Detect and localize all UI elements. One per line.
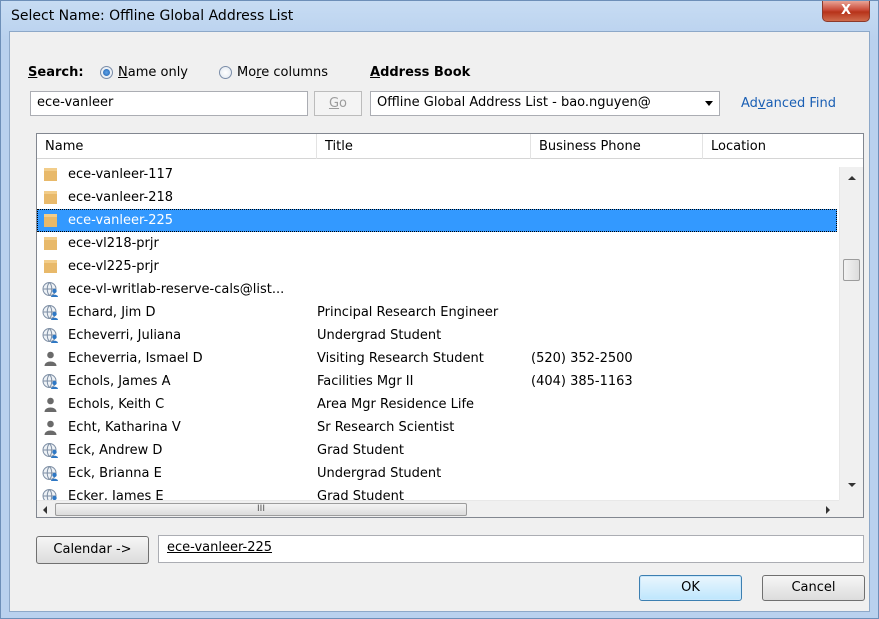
- vertical-scroll-thumb[interactable]: [843, 259, 860, 281]
- scroll-up-icon[interactable]: [848, 176, 856, 180]
- address-book-dropdown[interactable]: Offline Global Address List - bao.nguyen…: [370, 91, 720, 116]
- list-item[interactable]: Echols, James A Facilities Mgr II (404) 38…: [37, 370, 837, 393]
- close-button[interactable]: X: [822, 1, 870, 22]
- list-item-title: Visiting Research Student: [317, 351, 484, 366]
- list-item[interactable]: ece-vl218-prjr: [37, 232, 837, 255]
- list-item-phone: (404) 385-1163: [531, 374, 633, 389]
- list-item-name: Ecker, James E: [68, 489, 164, 500]
- list-item[interactable]: Echols, Keith C Area Mgr Residence Life: [37, 393, 837, 416]
- scroll-down-icon[interactable]: [848, 483, 856, 487]
- list-item-name: Echols, Keith C: [68, 397, 165, 412]
- scroll-right-icon[interactable]: [826, 506, 830, 514]
- list-item[interactable]: Eck, Brianna E Undergrad Student: [37, 462, 837, 485]
- column-header-business-phone[interactable]: Business Phone: [531, 134, 703, 159]
- search-label: Search:: [28, 65, 84, 80]
- person-icon: [42, 396, 59, 413]
- folder-icon: [42, 189, 59, 206]
- cancel-button[interactable]: Cancel: [762, 575, 865, 601]
- list-item[interactable]: ece-vl225-prjr: [37, 255, 837, 278]
- calendar-button[interactable]: Calendar ->: [36, 536, 149, 564]
- list-item-title: Grad Student: [317, 489, 404, 500]
- folder-icon: [42, 235, 59, 252]
- list-rows: ece-vanleer-117 ece-vanleer-218 ece-vanlee…: [37, 167, 839, 500]
- list-item-name: ece-vanleer-225: [68, 213, 174, 228]
- selected-recipient-field[interactable]: ece-vanleer-225: [158, 535, 864, 563]
- folder-icon: [42, 212, 59, 229]
- list-item[interactable]: Echeverria, Ismael D Visiting Research St…: [37, 347, 837, 370]
- list-item[interactable]: ece-vanleer-225: [37, 209, 837, 232]
- vertical-scrollbar[interactable]: [839, 167, 863, 500]
- list-item[interactable]: Echt, Katharina V Sr Research Scientist: [37, 416, 837, 439]
- list-item-name: Echt, Katharina V: [68, 420, 181, 435]
- list-item[interactable]: Ecker, James E Grad Student: [37, 485, 837, 500]
- list-item-name: Echeverria, Ismael D: [68, 351, 203, 366]
- list-item-name: ece-vl225-prjr: [68, 259, 159, 274]
- list-item[interactable]: ece-vanleer-117: [37, 167, 837, 186]
- folder-icon: [42, 167, 59, 183]
- list-item-title: Undergrad Student: [317, 328, 442, 343]
- list-item-name: Echard, Jim D: [68, 305, 156, 320]
- list-item-name: Echols, James A: [68, 374, 171, 389]
- list-item[interactable]: Echard, Jim D Principal Research Engineer: [37, 301, 837, 324]
- list-item-name: ece-vl-writlab-reserve-cals@list...: [68, 282, 285, 297]
- list-item[interactable]: ece-vl-writlab-reserve-cals@list...: [37, 278, 837, 301]
- list-item-name: ece-vanleer-218: [68, 190, 174, 205]
- address-book-label: Address Book: [370, 65, 471, 80]
- globe-user-icon: [42, 373, 59, 390]
- chevron-down-icon[interactable]: [705, 101, 713, 106]
- person-icon: [42, 350, 59, 367]
- horizontal-scroll-thumb[interactable]: III: [55, 503, 467, 516]
- scrollbar-corner: [839, 500, 863, 517]
- column-header-location[interactable]: Location: [703, 134, 863, 159]
- globe-user-icon: [42, 327, 59, 344]
- close-icon: X: [840, 3, 852, 18]
- folder-icon: [42, 258, 59, 275]
- globe-user-icon: [42, 488, 59, 500]
- list-item-title: Grad Student: [317, 443, 404, 458]
- list-item-title: Undergrad Student: [317, 466, 442, 481]
- advanced-find-link[interactable]: Advanced Find: [741, 96, 836, 111]
- radio-more-columns[interactable]: More columns: [219, 65, 328, 80]
- search-input[interactable]: ece-vanleer: [30, 91, 308, 116]
- list-header: Name Title Business Phone Location: [37, 134, 863, 159]
- list-item-name: Eck, Brianna E: [68, 466, 162, 481]
- list-item-title: Principal Research Engineer: [317, 305, 499, 320]
- scroll-left-icon[interactable]: [43, 506, 47, 514]
- list-item[interactable]: Eck, Andrew D Grad Student: [37, 439, 837, 462]
- list-item-name: ece-vanleer-117: [68, 167, 174, 182]
- list-item-name: Echeverri, Juliana: [68, 328, 182, 343]
- list-item-title: Area Mgr Residence Life: [317, 397, 475, 412]
- address-book-value: Offline Global Address List - bao.nguyen…: [377, 95, 651, 110]
- column-header-name[interactable]: Name: [37, 134, 317, 159]
- radio-name-only-label: Name only: [118, 65, 188, 80]
- radio-unselected-icon[interactable]: [219, 66, 232, 79]
- address-list: Name Title Business Phone Location ece-v…: [36, 133, 864, 518]
- list-item[interactable]: Echeverri, Juliana Undergrad Student: [37, 324, 837, 347]
- window-title: Select Name: Offline Global Address List: [11, 8, 294, 24]
- list-item-name: Eck, Andrew D: [68, 443, 163, 458]
- radio-selected-icon[interactable]: [100, 66, 113, 79]
- column-header-title[interactable]: Title: [317, 134, 531, 159]
- globe-user-icon: [42, 304, 59, 321]
- list-item[interactable]: ece-vanleer-218: [37, 186, 837, 209]
- radio-name-only[interactable]: Name only: [100, 65, 188, 80]
- title-bar: Select Name: Offline Global Address List…: [1, 1, 878, 31]
- horizontal-scrollbar[interactable]: III: [37, 500, 839, 517]
- ok-button[interactable]: OK: [639, 575, 742, 601]
- person-icon: [42, 419, 59, 436]
- list-item-title: Facilities Mgr II: [317, 374, 414, 389]
- globe-user-icon: [42, 281, 59, 298]
- radio-more-columns-label: More columns: [237, 65, 328, 80]
- list-item-phone: (520) 352-2500: [531, 351, 633, 366]
- go-button[interactable]: Go: [314, 91, 362, 116]
- list-item-name: ece-vl218-prjr: [68, 236, 159, 251]
- list-item-title: Sr Research Scientist: [317, 420, 455, 435]
- globe-user-icon: [42, 442, 59, 459]
- globe-user-icon: [42, 465, 59, 482]
